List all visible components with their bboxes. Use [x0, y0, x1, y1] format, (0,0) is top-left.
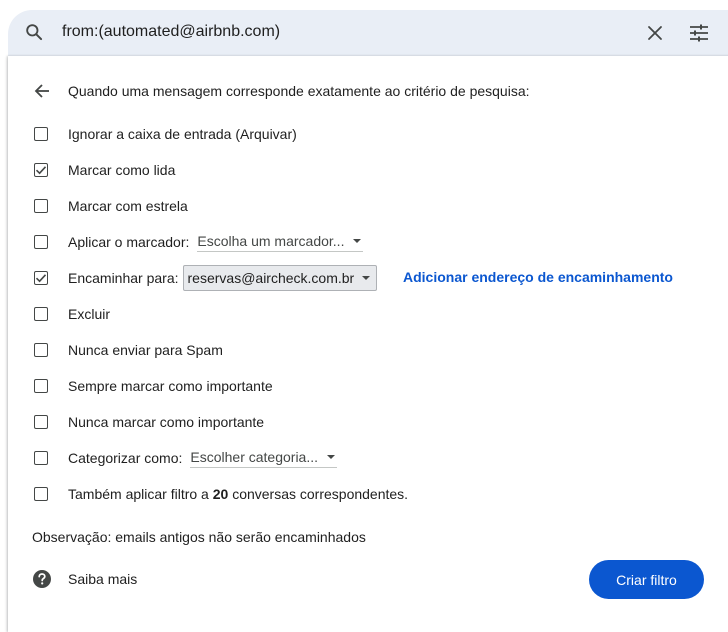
- learn-more-link[interactable]: Saiba mais: [68, 571, 137, 587]
- option-label: Ignorar a caixa de entrada (Arquivar): [68, 126, 297, 142]
- option-always-important[interactable]: Sempre marcar como importante: [34, 376, 273, 396]
- option-categorize[interactable]: Categorizar como: Escolher categoria...: [34, 448, 338, 468]
- option-label: Marcar com estrela: [68, 198, 188, 214]
- checkbox[interactable]: [34, 199, 48, 213]
- option-apply-existing[interactable]: Também aplicar filtro a 20 conversas cor…: [34, 484, 408, 504]
- checkbox[interactable]: [34, 235, 48, 249]
- option-label: Excluir: [68, 306, 111, 322]
- checkbox[interactable]: [34, 307, 48, 321]
- option-delete[interactable]: Excluir: [34, 304, 110, 324]
- option-label-suffix: conversas correspondentes.: [232, 486, 409, 502]
- option-skip-inbox[interactable]: Ignorar a caixa de entrada (Arquivar): [34, 124, 297, 144]
- checkbox[interactable]: [34, 379, 48, 393]
- option-label: Nunca marcar como importante: [68, 414, 265, 430]
- option-label: Aplicar o marcador:: [68, 234, 190, 250]
- dropdown-arrow-icon: [353, 238, 362, 243]
- label-select-value: Escolha um marcador...: [197, 232, 345, 249]
- checkbox[interactable]: [34, 343, 48, 357]
- arrow-back-icon: [34, 84, 49, 98]
- criteria-heading: Quando uma mensagem corresponde exatamen…: [68, 83, 530, 99]
- option-label: Também aplicar filtro a 20 conversas cor…: [68, 486, 408, 502]
- option-label: Nunca enviar para Spam: [68, 342, 223, 358]
- help-icon: [33, 570, 51, 588]
- matching-conversations-count: 20: [212, 486, 229, 502]
- create-filter-button[interactable]: Criar filtro: [589, 560, 704, 599]
- category-select[interactable]: Escolher categoria...: [190, 448, 338, 468]
- forward-address-select[interactable]: reservas@aircheck.com.br: [182, 265, 378, 291]
- checkmark-icon: [35, 166, 47, 175]
- checkbox[interactable]: [34, 127, 48, 141]
- checkmark-icon: [35, 274, 47, 283]
- option-never-spam[interactable]: Nunca enviar para Spam: [34, 340, 223, 360]
- option-apply-label[interactable]: Aplicar o marcador: Escolha um marcador.…: [34, 232, 364, 252]
- forward-address-value: reservas@aircheck.com.br: [187, 270, 355, 286]
- add-forwarding-address-link[interactable]: Adicionar endereço de encaminhamento: [403, 269, 673, 285]
- option-label: Categorizar como:: [68, 450, 183, 466]
- checkbox-checked[interactable]: [34, 271, 48, 285]
- tune-icon: [690, 24, 708, 42]
- dropdown-arrow-icon: [327, 454, 336, 459]
- search-input[interactable]: from:(automated@airbnb.com): [62, 21, 280, 43]
- search-icon[interactable]: [24, 22, 44, 42]
- checkbox[interactable]: [34, 487, 48, 501]
- option-star[interactable]: Marcar com estrela: [34, 196, 188, 216]
- label-select[interactable]: Escolha um marcador...: [197, 232, 364, 252]
- option-forward[interactable]: Encaminhar para: reservas@aircheck.com.b…: [34, 265, 378, 291]
- option-never-important[interactable]: Nunca marcar como importante: [34, 412, 264, 432]
- clear-search-button[interactable]: [640, 18, 670, 48]
- checkbox-checked[interactable]: [34, 163, 48, 177]
- category-select-value: Escolher categoria...: [190, 448, 319, 465]
- forwarding-note: Observação: emails antigos não serão enc…: [32, 529, 366, 545]
- checkbox[interactable]: [34, 451, 48, 465]
- dropdown-arrow-icon: [362, 276, 371, 280]
- option-label-prefix: Também aplicar filtro a: [68, 486, 209, 502]
- option-label: Marcar como lida: [68, 162, 176, 178]
- option-mark-read[interactable]: Marcar como lida: [34, 160, 175, 180]
- close-icon: [648, 26, 662, 40]
- checkbox[interactable]: [34, 415, 48, 429]
- option-label: Sempre marcar como importante: [68, 378, 273, 394]
- back-button[interactable]: [30, 79, 54, 103]
- option-label: Encaminhar para:: [68, 270, 179, 286]
- search-options-button[interactable]: [684, 18, 714, 48]
